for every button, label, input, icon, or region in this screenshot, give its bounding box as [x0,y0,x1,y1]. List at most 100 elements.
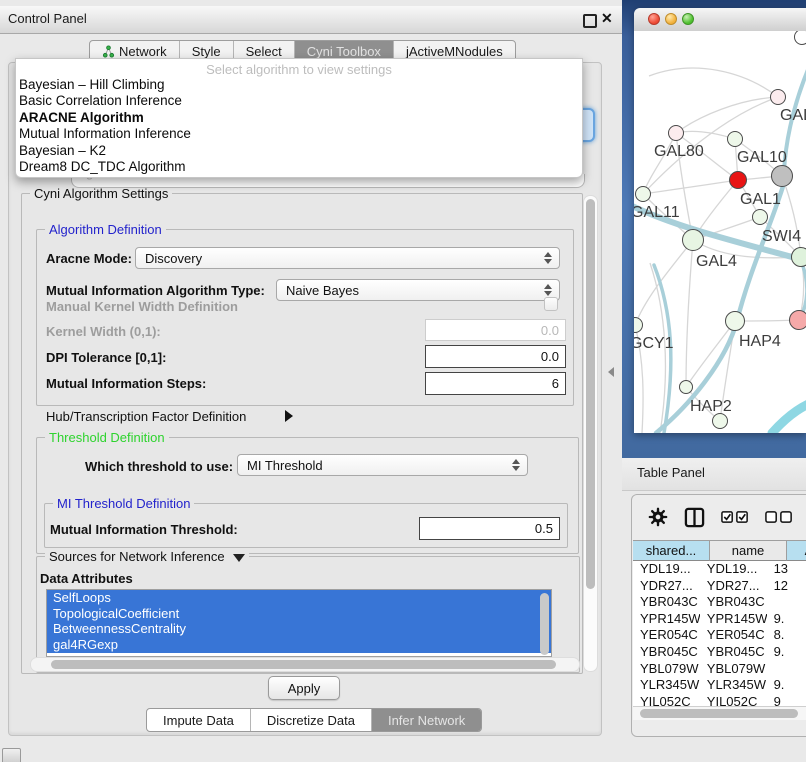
dropdown-placeholder: Select algorithm to view settings [16,59,582,77]
network-node[interactable] [712,413,728,429]
table-cell: 9 [767,694,806,706]
kernel-width-label: Kernel Width (0,1): [46,324,161,339]
kernel-width-field[interactable]: 0.0 [425,319,566,341]
algorithm-option-mutual-information-inference[interactable]: Mutual Information Inference [16,126,582,142]
network-node[interactable] [771,165,793,187]
splitter-collapse-icon[interactable] [608,367,614,377]
close-traffic-icon[interactable] [648,13,660,25]
which-threshold-combo[interactable]: MI Threshold [237,454,528,476]
table-toolbar [631,500,806,534]
stepper-arrows-icon [543,252,552,264]
network-node-gal80[interactable] [668,125,684,141]
bottom-tab-infer-network[interactable]: Infer Network [372,709,481,731]
network-node-y[interactable] [789,310,806,330]
gear-icon[interactable] [648,507,668,527]
attribute-item-betweennesscentrality[interactable]: BetweennessCentrality [47,621,551,637]
table-row[interactable]: YDR27...YDR27...12 [633,578,806,595]
settings-vertical-scrollbar[interactable] [583,195,598,672]
column-header-name[interactable]: name [710,540,787,561]
network-canvas[interactable]: GALGAL80GAL10GAL1GAL11SWI4GAL4GCY1HAP4YH… [634,31,806,433]
network-node[interactable] [791,247,806,267]
settings-horizontal-scrollbar[interactable] [30,657,580,672]
algorithm-option-aracne-algorithm[interactable]: ARACNE Algorithm [16,110,582,126]
attribute-item-selfloops[interactable]: SelfLoops [47,590,551,606]
settings-hscroll-thumb[interactable] [51,660,556,669]
tab-label: jActiveMNodules [406,44,503,59]
table-row[interactable]: YBR043CYBR043C [633,594,806,611]
algorithm-option-dream8-dc-tdc-algorithm[interactable]: Dream8 DC_TDC Algorithm [16,159,582,175]
table-row[interactable]: YLR345WYLR345W9. [633,677,806,694]
table-panel-title: Table Panel [637,465,705,480]
network-node-swi4[interactable] [752,209,768,225]
table-row[interactable]: YER054CYER054C8. [633,627,806,644]
network-window-titlebar[interactable] [634,8,806,32]
table-cell: 8. [767,627,806,644]
control-panel-title: Control Panel [8,11,87,26]
bottom-tab-discretize-data[interactable]: Discretize Data [251,709,372,731]
manual-kernel-checkbox[interactable] [544,297,558,311]
mi-threshold-field[interactable]: 0.5 [419,517,560,540]
deselect-all-icon[interactable] [765,510,793,524]
select-all-icon[interactable] [721,510,749,524]
zoom-traffic-icon[interactable] [682,13,694,25]
mi-type-combo[interactable]: Naive Bayes [276,279,560,301]
bottom-tab-impute-data[interactable]: Impute Data [147,709,251,731]
table-cell: 12 [767,578,806,595]
table-row[interactable]: YBR045CYBR045C9. [633,644,806,661]
algorithm-option-basic-correlation-inference[interactable]: Basic Correlation Inference [16,93,582,109]
node-label-swi4: SWI4 [762,228,801,246]
table-cell: 9. [767,611,806,628]
table-row[interactable]: YDL19...YDL19...13 [633,561,806,578]
table-cell: YDL19... [700,561,767,578]
mi-type-value: Naive Bayes [286,283,359,298]
table-cell: YDR27... [633,578,700,595]
table-cell: YPR145W [633,611,700,628]
network-node[interactable] [794,31,806,45]
tab-label: Cyni Toolbox [307,44,381,59]
network-node-gal4[interactable] [682,229,704,251]
table-cell: YBR045C [633,644,700,661]
network-node-gal[interactable] [770,89,786,105]
table-row[interactable]: YPR145WYPR145W9. [633,611,806,628]
network-node-gal11[interactable] [635,186,651,202]
attribute-item-gal4rgexp[interactable]: gal4RGexp [47,637,551,653]
aracne-mode-combo[interactable]: Discovery [135,247,560,269]
stepper-arrows-icon [511,459,520,471]
network-node-hap2[interactable] [679,380,693,394]
column-header-shared-[interactable]: shared... [633,540,710,561]
minimize-traffic-icon[interactable] [665,13,677,25]
network-node-gal10[interactable] [727,131,743,147]
dpi-tolerance-field[interactable]: 0.0 [425,345,566,368]
expand-right-icon[interactable] [285,409,293,427]
network-tab-icon [102,45,115,58]
sources-legend: Sources for Network Inference [45,549,249,564]
table-cell: 9. [767,677,806,694]
tab-label: Select [246,44,282,59]
settings-vscroll-thumb[interactable] [586,199,595,589]
table-hscroll-thumb[interactable] [640,709,798,718]
attributes-scrollbar[interactable] [540,593,549,655]
table-horizontal-scrollbar[interactable] [633,706,806,720]
table-cell: 9. [767,644,806,661]
attribute-item-topologicalcoefficient[interactable]: TopologicalCoefficient [47,606,551,622]
collapsed-panel-icon[interactable] [2,748,21,762]
collapse-down-icon[interactable] [233,554,245,562]
node-label-gal: GAL [780,107,806,125]
algorithm-option-bayesian-k2[interactable]: Bayesian – K2 [16,143,582,159]
column-header-a[interactable]: A [787,540,806,561]
aracne-mode-label: Aracne Mode: [46,251,132,266]
split-view-icon[interactable] [684,507,705,528]
table-cell: YPR145W [700,611,767,628]
mi-type-label: Mutual Information Algorithm Type: [46,283,265,298]
close-icon[interactable]: ✕ [601,10,613,27]
mi-steps-field[interactable]: 6 [425,372,566,395]
table-cell: YDL19... [633,561,700,578]
table-row[interactable]: YIL052CYIL052C9 [633,694,806,706]
table-row[interactable]: YBL079WYBL079W [633,661,806,678]
float-window-icon[interactable] [583,14,597,28]
network-node-gal1[interactable] [729,171,747,189]
apply-button[interactable]: Apply [268,676,340,700]
network-node-hap4[interactable] [725,311,745,331]
algorithm-option-bayesian-hill-climbing[interactable]: Bayesian – Hill Climbing [16,77,582,93]
algorithm-definition-legend: Algorithm Definition [45,222,166,237]
